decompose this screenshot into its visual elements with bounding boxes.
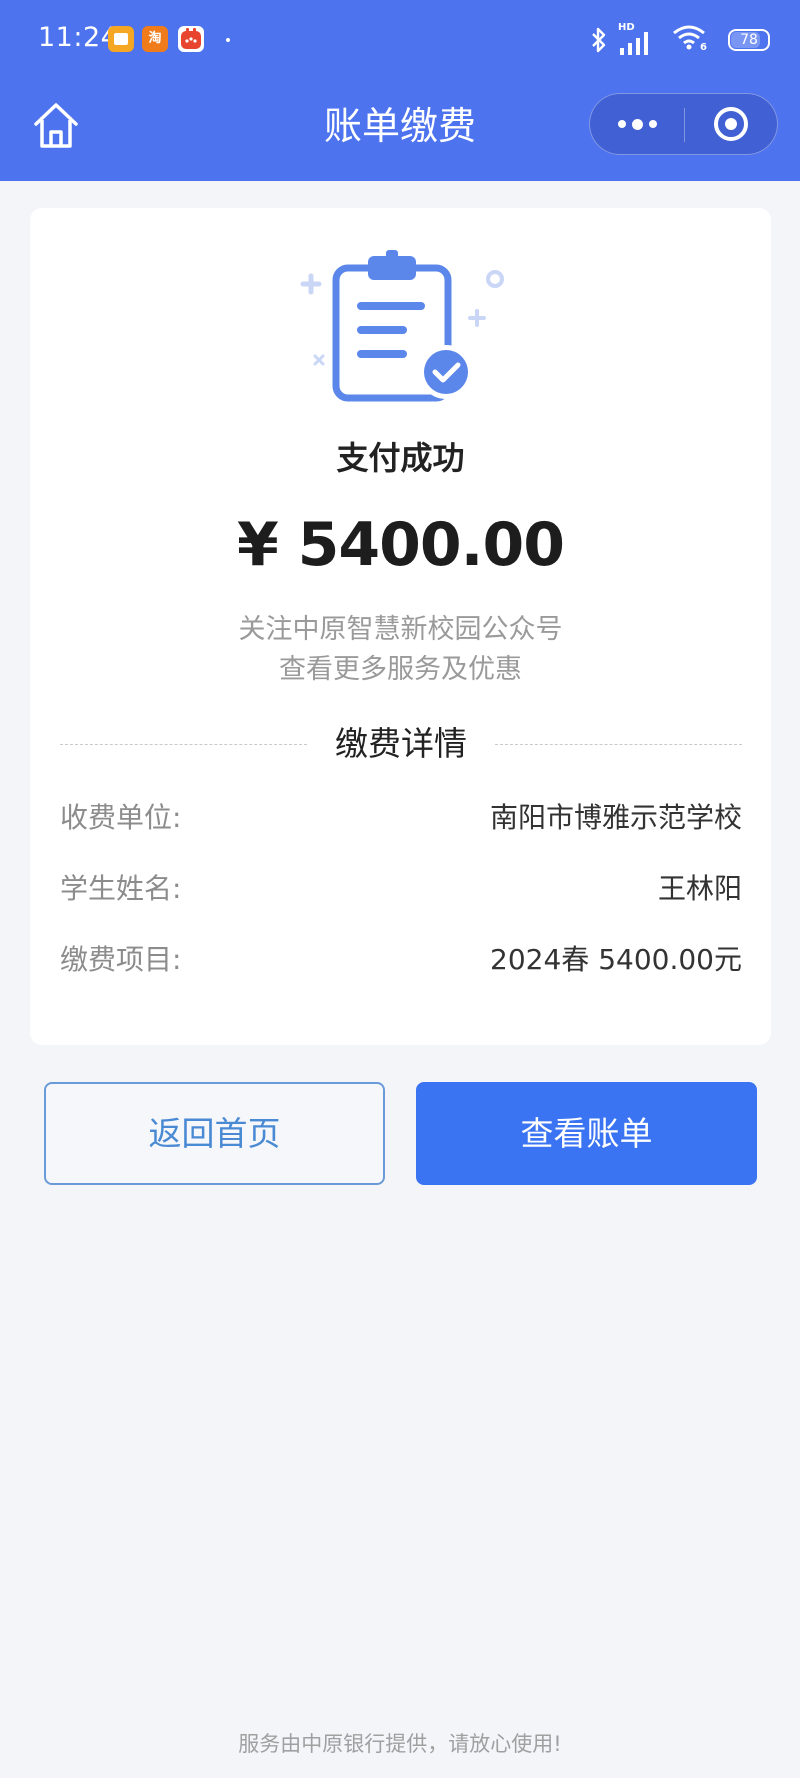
- payment-result-card: 支付成功 ¥ 5400.00 关注中原智慧新校园公众号 查看更多服务及优惠 缴费…: [30, 208, 771, 1045]
- signal-icon: HD: [618, 22, 662, 56]
- status-time: 11:24: [38, 22, 119, 53]
- top-bar: 11:24 淘 HD 6 78 账单缴费: [0, 0, 800, 181]
- wifi-icon: 6: [672, 24, 712, 56]
- footer-note: 服务由中原银行提供，请放心使用!: [238, 1732, 562, 1756]
- bluetooth-icon: [592, 27, 606, 53]
- wifi-label: 6: [700, 42, 707, 53]
- promo-line-2: 查看更多服务及优惠: [279, 654, 522, 685]
- target-circle-icon[interactable]: [685, 94, 777, 154]
- detail-label: 缴费项目:: [60, 943, 182, 976]
- detail-row-item: 缴费项目: 2024春 5400.00元: [60, 940, 742, 980]
- detail-label: 收费单位:: [60, 801, 182, 834]
- notes-app-icon: [108, 26, 134, 52]
- calendar-app-icon: [178, 26, 204, 52]
- detail-value: 王林阳: [657, 872, 742, 905]
- promo-text: 关注中原智慧新校园公众号 查看更多服务及优惠: [30, 610, 771, 690]
- back-home-button[interactable]: 返回首页: [44, 1082, 385, 1185]
- detail-row-payee: 收费单位: 南阳市博雅示范学校: [60, 798, 742, 838]
- detail-row-student: 学生姓名: 王林阳: [60, 869, 742, 909]
- clipboard-check-icon: [300, 248, 510, 408]
- detail-value: 南阳市博雅示范学校: [489, 801, 742, 834]
- notification-dot: [226, 38, 230, 42]
- battery-icon: 78: [728, 29, 770, 51]
- view-bill-button[interactable]: 查看账单: [416, 1082, 757, 1185]
- battery-level: 78: [740, 32, 758, 48]
- more-dots-icon[interactable]: [590, 94, 684, 154]
- detail-value: 2024春 5400.00元: [490, 943, 742, 976]
- promo-line-1: 关注中原智慧新校园公众号: [238, 614, 563, 645]
- payment-amount: ¥ 5400.00: [237, 510, 565, 580]
- divider-right: [495, 744, 742, 745]
- status-bar: 11:24 淘 HD 6 78: [0, 0, 800, 80]
- detail-label: 学生姓名:: [60, 872, 182, 905]
- details-section-header: 缴费详情: [60, 720, 742, 768]
- payment-status-title: 支付成功: [336, 439, 465, 477]
- status-icons: HD 6 78: [590, 22, 770, 56]
- taobao-app-icon: 淘: [142, 26, 168, 52]
- mini-program-capsule: [589, 93, 778, 155]
